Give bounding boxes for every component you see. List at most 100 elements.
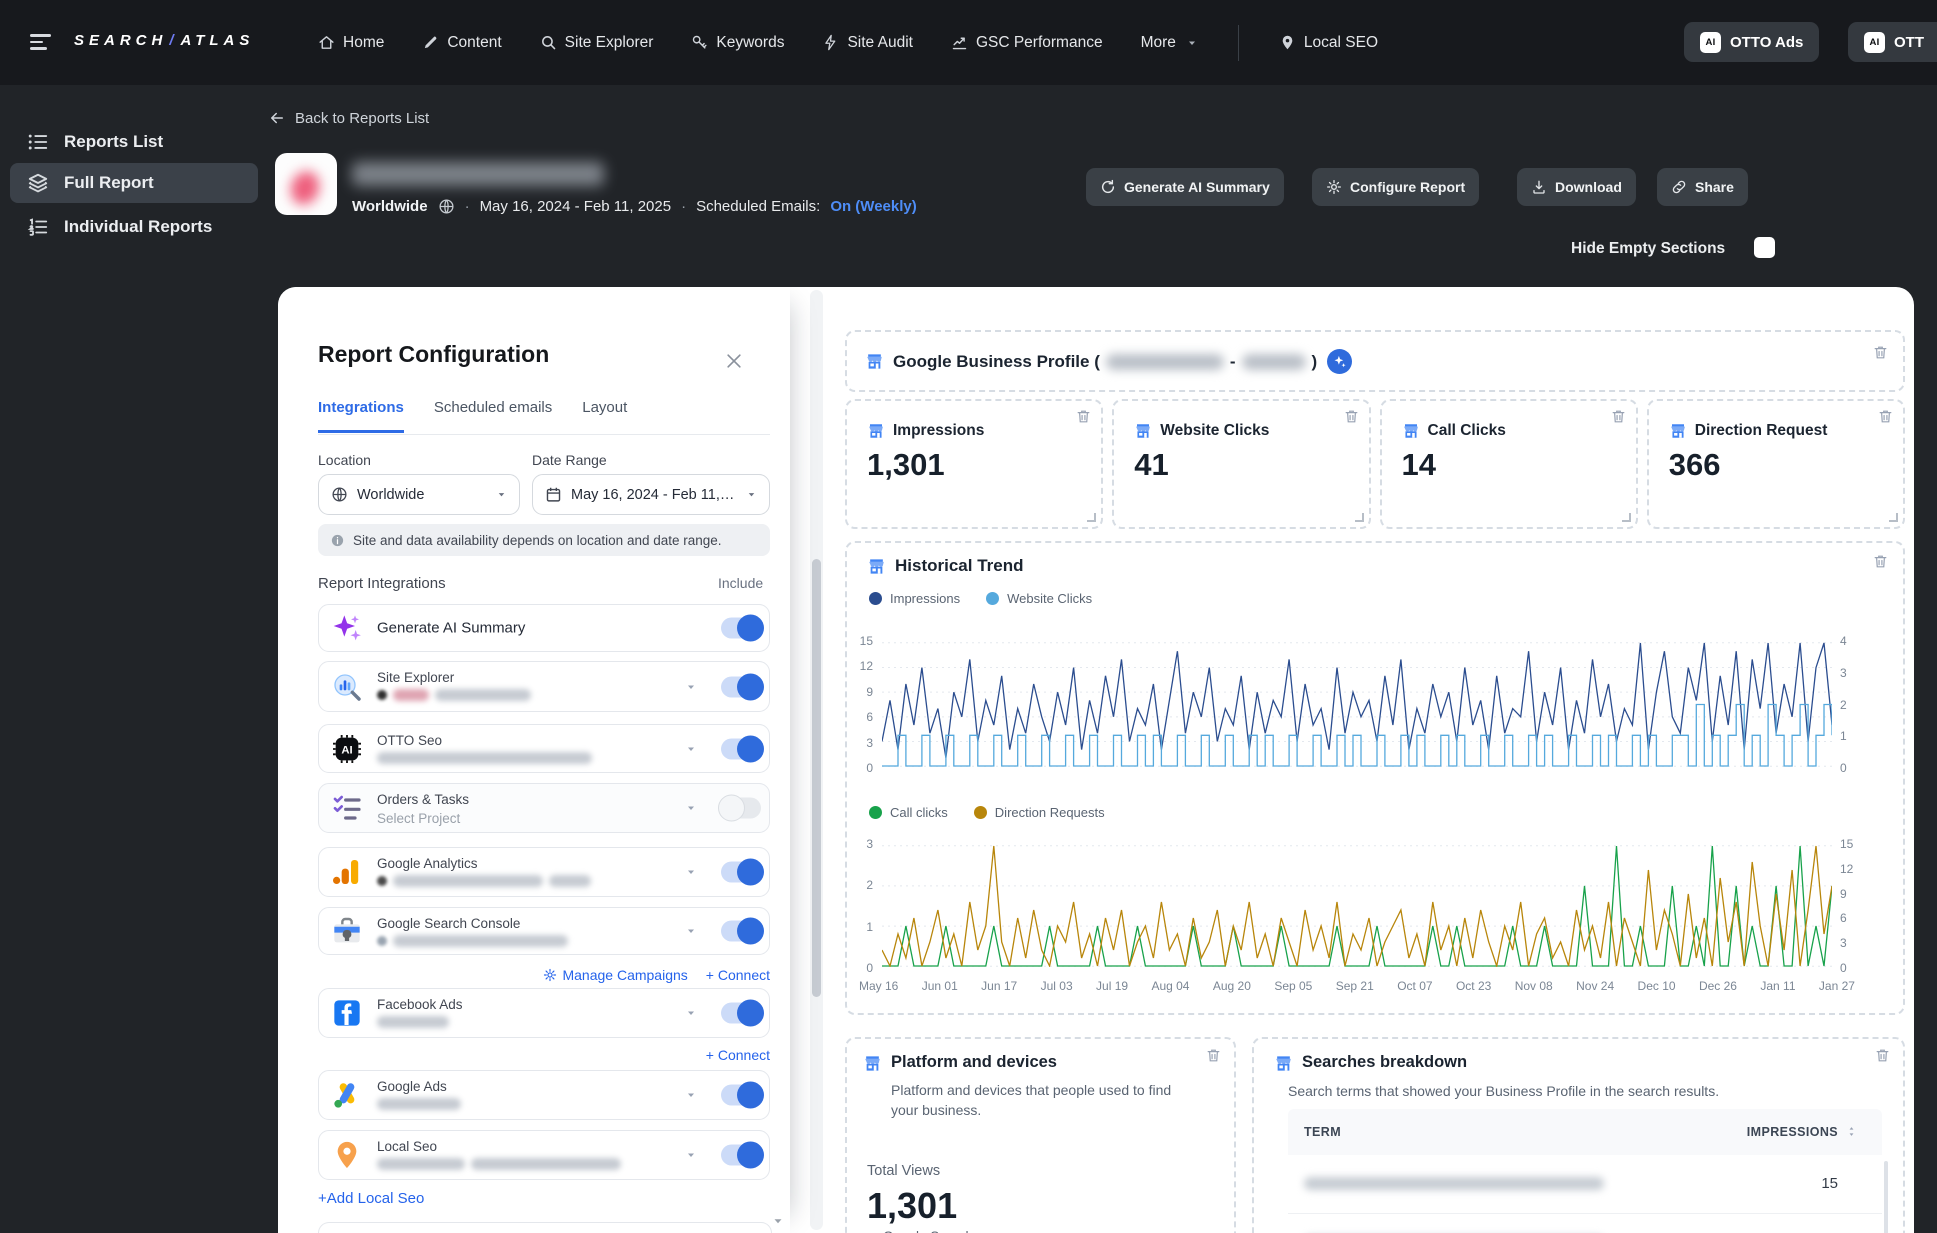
availability-banner: Site and data availability depends on lo… (318, 524, 770, 556)
integration-site-explorer: Site Explorer (318, 661, 770, 712)
config-scrollbar-thumb[interactable] (812, 559, 821, 997)
close-icon[interactable] (724, 351, 744, 371)
metric-card-impressions: Impressions1,301 (845, 399, 1103, 529)
include-toggle-facebook-ads[interactable] (721, 1003, 761, 1024)
gbp-title-prefix: Google Business Profile ( (893, 352, 1100, 372)
include-toggle-generate-ai-summary[interactable] (721, 618, 761, 639)
date-range-select[interactable]: May 16, 2024 - Feb 11, 20... (532, 474, 770, 515)
delete-widget-icon[interactable] (1610, 408, 1627, 425)
table-row[interactable]: 15 (1288, 1155, 1882, 1214)
resize-handle[interactable] (1355, 513, 1364, 522)
chevron-down-icon (496, 489, 507, 500)
otto-ads-button[interactable]: AI OTTO Ads (1684, 22, 1819, 62)
delete-section-icon[interactable] (1872, 553, 1889, 570)
resize-handle[interactable] (1087, 513, 1096, 522)
gear-icon (1326, 179, 1342, 195)
include-toggle-google-search-console[interactable] (721, 921, 761, 942)
delete-section-icon[interactable] (1872, 344, 1889, 361)
scroll-down-icon[interactable] (772, 1215, 784, 1227)
link-icon (1671, 179, 1687, 195)
globe-icon (438, 198, 455, 215)
table-scrollbar[interactable] (1884, 1161, 1888, 1233)
x-axis-label: Aug 20 (1213, 979, 1251, 993)
nav-item-home[interactable]: Home (318, 34, 384, 52)
chevron-down-icon[interactable] (685, 1007, 697, 1019)
add-local-seo-link[interactable]: +Add Local Seo (318, 1190, 424, 1207)
resize-handle[interactable] (1622, 513, 1631, 522)
sidebar-item-full-report[interactable]: Full Report (10, 163, 258, 203)
integration-label: Orders & Tasks (377, 792, 469, 807)
include-toggle-site-explorer[interactable] (721, 676, 761, 697)
nav-item-site-explorer[interactable]: Site Explorer (540, 34, 654, 52)
delete-widget-icon[interactable] (1877, 408, 1894, 425)
connect-link[interactable]: + Connect (706, 967, 770, 983)
search-atlas-logo[interactable]: SEARCH/ATLAS (74, 32, 254, 49)
download-button[interactable]: Download (1517, 168, 1636, 206)
table-row[interactable]: 15 (1288, 1214, 1882, 1233)
chevron-down-icon[interactable] (685, 866, 697, 878)
chevron-down-icon[interactable] (685, 802, 697, 814)
term-column-header[interactable]: TERM (1304, 1125, 1341, 1139)
integration-subtitle-text: Select Project (377, 811, 460, 826)
metric-label: Website Clicks (1160, 422, 1269, 440)
x-axis-label: Dec 10 (1638, 979, 1676, 993)
ai-sparkle-badge-icon[interactable] (1327, 349, 1352, 374)
chevron-down-icon[interactable] (685, 743, 697, 755)
orders-tasks-icon (331, 792, 363, 824)
tab-layout[interactable]: Layout (582, 399, 627, 430)
report-configuration-title: Report Configuration (318, 341, 549, 368)
button-label: Generate AI Summary (1124, 179, 1270, 195)
delete-widget-icon[interactable] (1075, 408, 1092, 425)
include-toggle-google-ads[interactable] (721, 1085, 761, 1106)
menu-toggle-icon[interactable] (30, 34, 54, 51)
delete-section-icon[interactable] (1205, 1047, 1222, 1064)
sidebar-item-label: Full Report (64, 173, 154, 193)
nav-item-local-seo[interactable]: Local SEO (1279, 34, 1378, 52)
include-toggle-local-seo[interactable] (721, 1145, 761, 1166)
otto-seo-icon: AI (331, 733, 363, 765)
svg-text:AI: AI (341, 744, 352, 756)
searches-breakdown-subtitle: Search terms that showed your Business P… (1288, 1081, 1868, 1101)
nav-item-more[interactable]: More (1141, 34, 1198, 52)
integration-google-search-console: Google Search Console (318, 907, 770, 955)
configure-report-button[interactable]: Configure Report (1312, 168, 1479, 206)
redacted-text (549, 875, 591, 887)
axis-tick: 1 (866, 920, 873, 934)
location-select[interactable]: Worldwide (318, 474, 520, 515)
chevron-down-icon[interactable] (685, 925, 697, 937)
delete-section-icon[interactable] (1874, 1047, 1891, 1064)
chevron-down-icon[interactable] (685, 1089, 697, 1101)
sidebar-item-individual-reports[interactable]: Individual Reports (10, 207, 258, 247)
chevron-down-icon[interactable] (685, 681, 697, 693)
nav-item-site-audit[interactable]: Site Audit (822, 34, 913, 52)
connect-link[interactable]: + Connect (706, 1047, 770, 1063)
report-title-redacted (352, 162, 604, 186)
redacted-text (377, 1098, 461, 1110)
sidebar-item-reports-list[interactable]: Reports List (10, 122, 258, 162)
nav-item-content[interactable]: Content (422, 34, 501, 52)
redacted-text (377, 1016, 449, 1028)
include-toggle-orders-tasks[interactable] (721, 798, 761, 819)
include-toggle-otto-seo[interactable] (721, 738, 761, 759)
scheduled-emails-value[interactable]: On (Weekly) (830, 198, 916, 215)
nav-item-gsc-performance[interactable]: GSC Performance (951, 34, 1103, 52)
resize-handle[interactable] (1889, 513, 1898, 522)
back-to-reports-link[interactable]: Back to Reports List (268, 109, 429, 127)
manage-campaigns-link[interactable]: Manage Campaigns (543, 967, 687, 983)
hide-empty-sections-checkbox[interactable] (1754, 237, 1775, 258)
google-search-console-icon (331, 915, 363, 947)
generate-ai-summary-button[interactable]: Generate AI Summary (1086, 168, 1284, 206)
hide-empty-sections-label: Hide Empty Sections (1571, 240, 1725, 258)
delete-widget-icon[interactable] (1343, 408, 1360, 425)
chevron-down-icon[interactable] (685, 1149, 697, 1161)
impressions-column-header[interactable]: IMPRESSIONS (1747, 1125, 1838, 1139)
share-button[interactable]: Share (1657, 168, 1748, 206)
nav-item-keywords[interactable]: Keywords (691, 34, 784, 52)
tab-scheduled-emails[interactable]: Scheduled emails (434, 399, 552, 430)
include-toggle-google-analytics[interactable] (721, 862, 761, 883)
tab-integrations[interactable]: Integrations (318, 399, 404, 430)
sort-icon[interactable] (1845, 1125, 1858, 1138)
otto-secondary-button[interactable]: AI OTT (1848, 22, 1937, 62)
listicon-icon (27, 131, 49, 153)
axis-tick: 3 (1840, 666, 1847, 680)
